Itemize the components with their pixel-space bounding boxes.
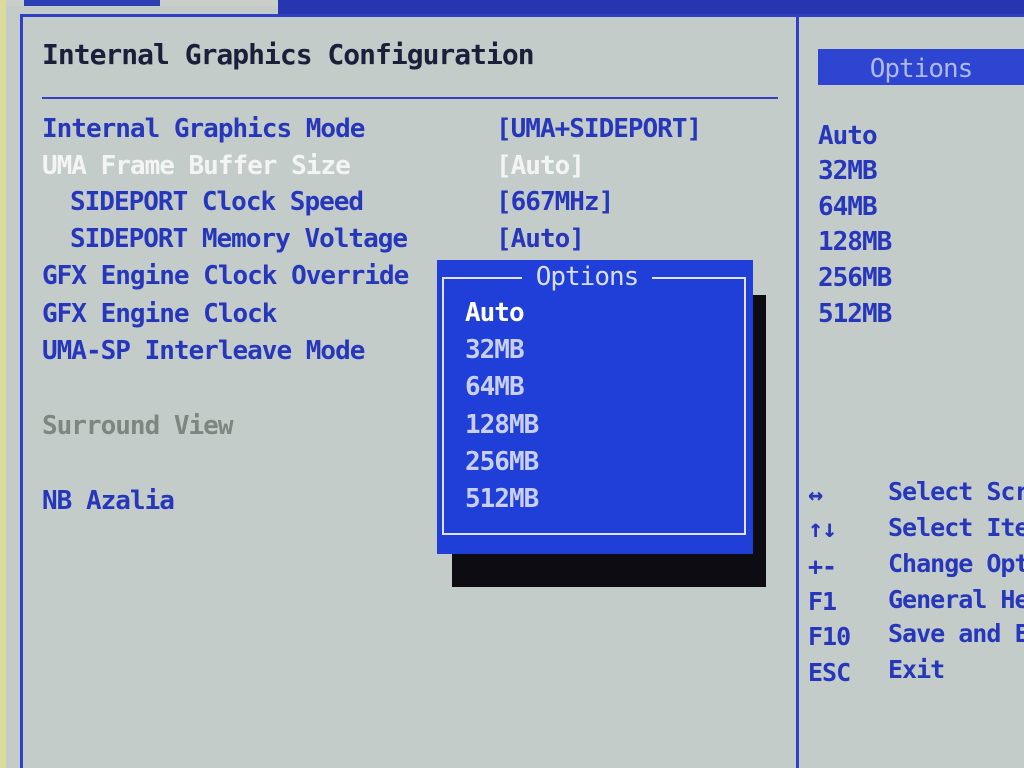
setting-sideport-memory-voltage[interactable]: SIDEPORT Memory Voltage [70,224,408,254]
page-title: Internal Graphics Configuration [42,38,535,71]
key-desc-select-screen: Select Scr [888,477,1024,506]
popup-option-128mb[interactable]: 128MB [465,410,539,440]
setting-internal-graphics-mode-value[interactable]: [UMA+SIDEPORT] [496,114,702,144]
key-desc-save-and-exit: Save and E [888,619,1024,648]
key-desc-exit: Exit [888,655,945,684]
setting-internal-graphics-mode[interactable]: Internal Graphics Mode [42,114,365,144]
key-esc: ESC [808,658,851,687]
top-bar-tab [24,0,160,6]
key-desc-change-option: Change Opt [888,549,1024,578]
popup-frame-top-left [442,277,522,279]
setting-uma-sp-interleave-mode[interactable]: UMA-SP Interleave Mode [42,336,365,366]
key-up-down-arrows: ↑↓ [808,514,837,543]
popup-option-256mb[interactable]: 256MB [465,447,539,477]
screen-edge [0,0,6,768]
setting-surround-view: Surround View [42,411,233,441]
key-plus-minus: +- [808,552,837,581]
help-option-item: 64MB [818,192,878,222]
setting-sideport-clock-speed-value[interactable]: [667MHz] [496,187,614,217]
frame-top-border [20,14,1024,17]
setting-uma-frame-buffer-size-value[interactable]: [Auto] [496,151,585,181]
key-desc-select-item: Select Ite [888,513,1024,542]
frame-left-border [20,14,23,768]
key-desc-general-help: General He [888,585,1024,614]
help-option-item: Auto [818,121,878,151]
help-option-item: 128MB [818,227,892,257]
help-option-item: 256MB [818,263,892,293]
key-f10: F10 [808,622,851,651]
setting-uma-frame-buffer-size[interactable]: UMA Frame Buffer Size [42,151,351,181]
top-bar [278,0,1024,14]
popup-option-32mb[interactable]: 32MB [465,335,525,365]
key-left-right-arrows: ↔ [808,480,823,509]
setting-sideport-memory-voltage-value[interactable]: [Auto] [496,224,585,254]
setting-gfx-engine-clock[interactable]: GFX Engine Clock [42,299,277,329]
popup-option-512mb[interactable]: 512MB [465,484,539,514]
help-option-item: 512MB [818,299,892,329]
help-panel-title: Options [869,54,974,84]
popup-title: Options [535,262,640,292]
help-option-item: 32MB [818,156,878,186]
key-f1: F1 [808,587,837,616]
setting-gfx-engine-clock-override[interactable]: GFX Engine Clock Override [42,261,409,291]
setting-nb-azalia[interactable]: NB Azalia [42,486,175,516]
panel-divider [796,14,799,768]
popup-frame-top-right [652,277,746,279]
setting-sideport-clock-speed[interactable]: SIDEPORT Clock Speed [70,187,364,217]
popup-option-auto[interactable]: Auto [465,298,525,328]
popup-option-64mb[interactable]: 64MB [465,372,525,402]
title-divider [42,97,778,99]
